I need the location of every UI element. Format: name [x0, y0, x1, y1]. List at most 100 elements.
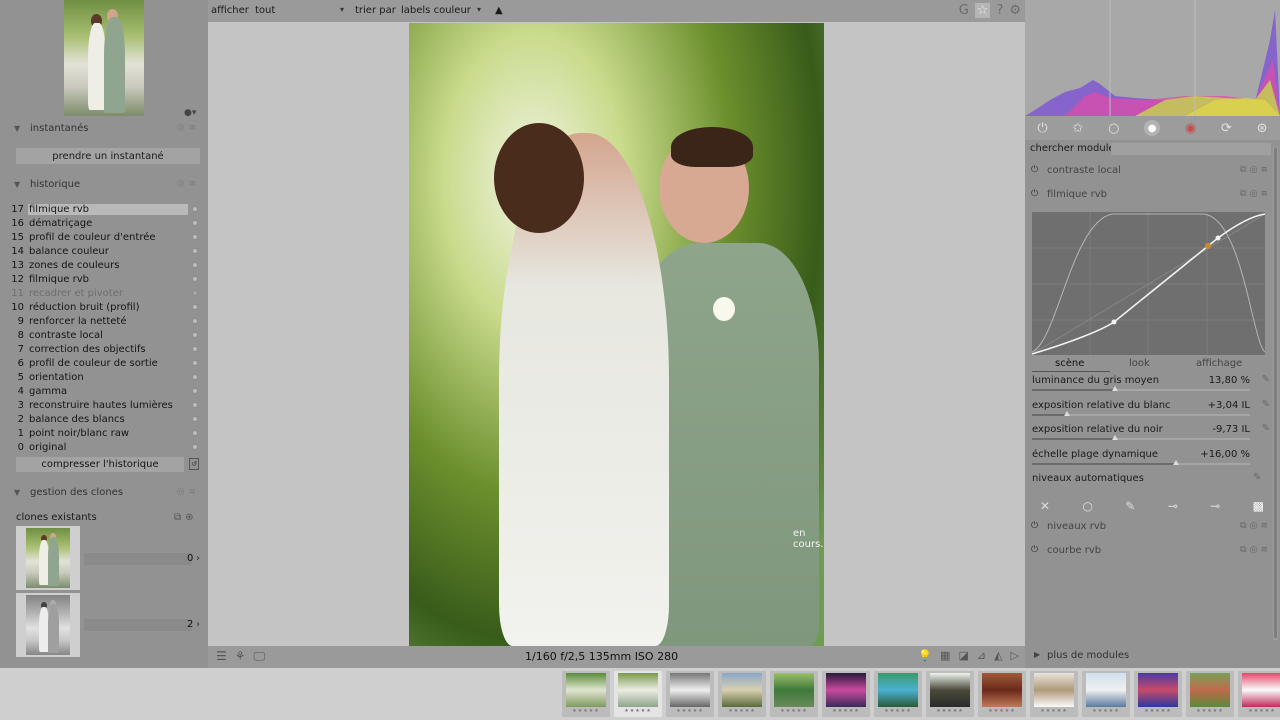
history-item[interactable]: 0 original — [0, 440, 208, 454]
filmstrip-thumbnail[interactable]: ★★★★★ — [1134, 671, 1182, 717]
tab-display[interactable]: affichage — [1196, 358, 1242, 369]
filmstrip-thumbnail[interactable]: ★★★★★ — [822, 671, 870, 717]
blend-off-icon[interactable]: ✕ — [1040, 499, 1050, 513]
filmic-slider[interactable]: luminance du gris moyen 13,80 % ✎ — [1032, 374, 1270, 399]
second-window-icon[interactable]: 🖵 — [254, 649, 266, 664]
filmstrip-thumbnail[interactable]: ★★★★★ — [978, 671, 1026, 717]
star-icon[interactable]: ☆ — [974, 3, 991, 18]
history-item[interactable]: 6 profil de couleur de sortie — [0, 356, 208, 370]
blend-raster-icon[interactable]: ▩ — [1253, 499, 1264, 513]
history-item[interactable]: 12 filmique rvb — [0, 272, 208, 286]
star-rating-icon[interactable]: ★★★★★ — [670, 707, 710, 715]
clone-thumbnail[interactable] — [16, 593, 80, 657]
filmic-slider[interactable]: exposition relative du blanc +3,04 IL ✎ — [1032, 399, 1270, 424]
clone-action-icons[interactable]: ⧉⊕ — [174, 512, 198, 523]
image-canvas[interactable]: en cours... — [208, 22, 1025, 646]
history-item[interactable]: 8 contraste local — [0, 328, 208, 342]
history-item[interactable]: 13 zones de couleurs — [0, 258, 208, 272]
module-rgb-curve[interactable]: ⏻ courbe rvb ⧉◎≡ — [1025, 539, 1273, 561]
navigation-thumbnail[interactable] — [64, 0, 144, 116]
color-picker-icon[interactable]: ✎ — [1262, 399, 1270, 410]
star-rating-icon[interactable]: ★★★★★ — [618, 707, 658, 715]
history-item[interactable]: 5 orientation — [0, 370, 208, 384]
tone-group-icon[interactable]: ● — [1144, 120, 1161, 136]
star-rating-icon[interactable]: ★★★★★ — [1086, 707, 1126, 715]
gear-icon[interactable]: ⚙ — [1009, 3, 1021, 18]
history-item[interactable]: 14 balance couleur — [0, 244, 208, 258]
power-icon[interactable]: ⏻ — [1031, 165, 1043, 175]
module-header-icons[interactable]: ⧉◎≡ — [1240, 165, 1271, 175]
base-circle-icon[interactable]: ○ — [1108, 121, 1119, 136]
module-header-icons[interactable]: ◎≡ — [177, 487, 200, 497]
take-snapshot-button[interactable]: prendre un instantané — [16, 148, 200, 164]
blend-uniform-icon[interactable]: ○ — [1082, 499, 1092, 513]
grouping-icon[interactable]: G — [959, 3, 969, 18]
filmstrip-thumbnail[interactable]: ★★★★★ — [874, 671, 922, 717]
filmstrip-thumbnail[interactable]: ★★★★★ — [1186, 671, 1234, 717]
slider-handle[interactable] — [1112, 435, 1118, 440]
focus-peaking-icon[interactable]: ▷ — [1011, 649, 1019, 662]
color-picker-icon[interactable]: ✎ — [1262, 374, 1270, 385]
star-rating-icon[interactable]: ★★★★★ — [930, 707, 970, 715]
dropdown-caret-icon[interactable]: ▾ — [477, 5, 481, 14]
filmic-slider[interactable]: échelle plage dynamique +16,00 % — [1032, 449, 1258, 473]
filmstrip-thumbnail[interactable]: ★★★★★ — [1238, 671, 1280, 717]
clone-thumbnail[interactable] — [16, 526, 80, 590]
iso12646-icon[interactable]: 💡 — [918, 649, 932, 662]
history-item[interactable]: 7 correction des objectifs — [0, 342, 208, 356]
clipping-icon[interactable]: ◭ — [994, 649, 1002, 662]
dropdown-caret-icon[interactable]: ▾ — [340, 5, 344, 14]
history-item[interactable]: 11 recadrer et pivoter — [0, 286, 208, 300]
power-icon[interactable]: ⏻ — [1037, 121, 1047, 136]
module-rgb-levels[interactable]: ⏻ niveaux rvb ⧉◎≡ — [1025, 515, 1273, 537]
history-item[interactable]: 16 dématriçage — [0, 216, 208, 230]
filmstrip-thumbnail[interactable]: ★★★★★ — [1082, 671, 1130, 717]
tab-scene[interactable]: scène — [1055, 358, 1084, 369]
sort-by-select[interactable]: labels couleur — [401, 5, 471, 16]
help-icon[interactable]: ? — [996, 3, 1003, 18]
search-module-input[interactable] — [1111, 143, 1271, 155]
filmic-gray-point[interactable] — [1205, 243, 1211, 249]
more-modules-toggle[interactable]: ▶ plus de modules — [1025, 648, 1273, 666]
blend-drawn-icon[interactable]: ✎ — [1125, 499, 1135, 513]
power-icon[interactable]: ⏻ — [1031, 545, 1043, 555]
history-item[interactable]: 10 réduction bruit (profil) — [0, 300, 208, 314]
star-rating-icon[interactable]: ★★★★★ — [1190, 707, 1230, 715]
star-rating-icon[interactable]: ★★★★★ — [722, 707, 762, 715]
softproof-icon[interactable]: ▦ — [940, 649, 950, 662]
module-filmic-rgb[interactable]: ⏻ filmique rvb ⧉◎≡ — [1025, 183, 1273, 205]
chevron-right-icon[interactable]: › — [196, 619, 200, 630]
history-item[interactable]: 4 gamma — [0, 384, 208, 398]
star-rating-icon[interactable]: ★★★★★ — [1138, 707, 1178, 715]
filmic-slider[interactable]: exposition relative du noir -9,73 IL ✎ — [1032, 423, 1270, 448]
module-header-icons[interactable]: ◎≡ — [177, 123, 200, 133]
power-icon[interactable]: ⏻ — [1031, 521, 1043, 531]
filmic-curve-graph[interactable] — [1031, 212, 1266, 355]
module-header-icons[interactable]: ⧉◎≡ — [1240, 545, 1271, 555]
module-header-icons[interactable]: ⧉◎≡ — [1240, 189, 1271, 199]
power-icon[interactable]: ⏻ — [1031, 189, 1043, 199]
filmstrip-thumbnail[interactable]: ★★★★★ — [614, 671, 662, 717]
color-picker-icon[interactable]: ✎ — [1262, 423, 1270, 434]
snapshots-header[interactable]: ▼ instantanés ◎≡ — [0, 117, 208, 139]
star-rating-icon[interactable]: ★★★★★ — [566, 707, 606, 715]
main-image[interactable]: en cours... — [409, 23, 824, 646]
slider-handle[interactable] — [1112, 386, 1118, 391]
show-filter-select[interactable]: tout — [255, 5, 275, 16]
history-item[interactable]: 2 balance des blancs — [0, 412, 208, 426]
star-rating-icon[interactable]: ★★★★★ — [878, 707, 918, 715]
module-local-contrast[interactable]: ⏻ contraste local ⧉◎≡ — [1025, 159, 1273, 181]
history-item[interactable]: 17 filmique rvb — [0, 202, 208, 216]
chevron-right-icon[interactable]: › — [196, 553, 200, 564]
history-item[interactable]: 3 reconstruire hautes lumières — [0, 398, 208, 412]
module-header-icons[interactable]: ⧉◎≡ — [1240, 521, 1271, 531]
styles-icon[interactable]: ⚘ — [235, 649, 246, 664]
filmstrip-thumbnail[interactable]: ★★★★★ — [1030, 671, 1078, 717]
blend-drawn-parametric-icon[interactable]: ⊸ — [1210, 499, 1220, 513]
filmstrip-thumbnail[interactable]: ★★★★★ — [718, 671, 766, 717]
raw-overexposed-icon[interactable]: ⊿ — [977, 649, 986, 662]
filmstrip[interactable]: ★★★★★ ★★★★★ ★★★★★ ★★★★★ ★★★★★ ★★★★★ ★★★★★ ★★★★★… — [0, 668, 1280, 720]
slider-handle[interactable] — [1173, 460, 1179, 465]
star-rating-icon[interactable]: ★★★★★ — [826, 707, 866, 715]
slider-handle[interactable] — [1064, 411, 1070, 416]
